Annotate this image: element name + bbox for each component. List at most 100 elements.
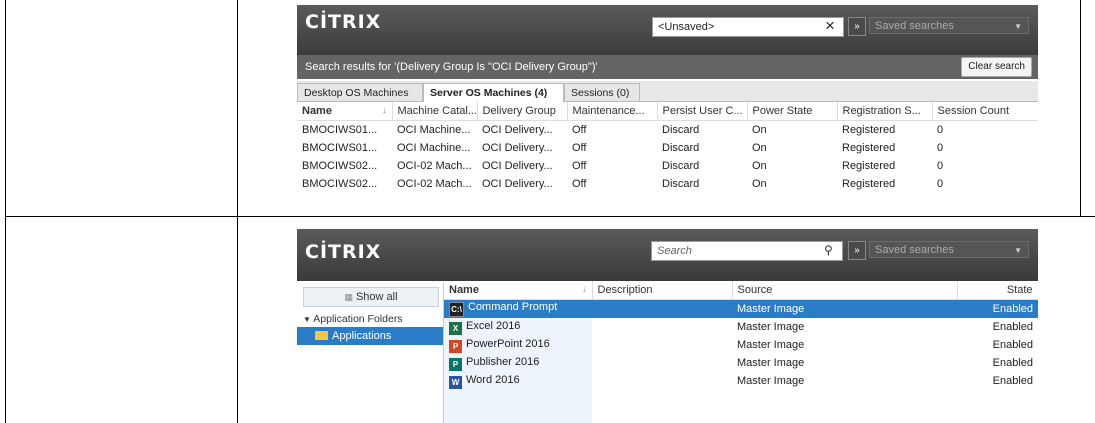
table-row[interactable]: P Publisher 2016 Master Image Enabled: [444, 354, 1038, 372]
table-row-divider: [5, 216, 1095, 217]
table-cell: Registered: [842, 178, 896, 190]
show-all-button[interactable]: ▦ Show all: [303, 287, 439, 307]
command-prompt-icon: C:\: [449, 302, 464, 317]
search-icon[interactable]: ⚲: [824, 243, 833, 257]
search-placeholder: Search: [657, 245, 692, 257]
clear-search-button[interactable]: Clear search: [961, 57, 1032, 77]
machine-tabs: Desktop OS Machines (0) Server OS Machin…: [297, 81, 1038, 117]
table-border-right: [1080, 0, 1081, 216]
column-header[interactable]: Name ↓: [444, 281, 593, 300]
table-cell: On: [752, 142, 767, 154]
search-value: <Unsaved>: [658, 21, 715, 33]
table-row[interactable]: P PowerPoint 2016 Master Image Enabled: [444, 336, 1038, 354]
table-cell: Master Image: [732, 299, 957, 318]
tab-server-os[interactable]: Server OS Machines (4): [423, 83, 564, 102]
table-border-mid: [237, 0, 238, 423]
powerpoint-icon: P: [449, 339, 462, 353]
tab-desktop-os[interactable]: Desktop OS Machines (0): [297, 83, 423, 117]
close-icon[interactable]: ×: [825, 16, 835, 36]
table-cell: Off: [572, 178, 587, 190]
table-cell: Registered: [842, 160, 896, 172]
table-cell: Off: [572, 160, 587, 172]
table-row[interactable]: C:\ Command Prompt Master Image Enabled: [444, 299, 1038, 318]
table-cell: Enabled: [992, 357, 1033, 369]
table-cell: 0: [937, 160, 944, 172]
column-header[interactable]: Machine Catal...: [392, 102, 478, 121]
table-cell: BMOCIWS02...: [302, 160, 378, 172]
column-header[interactable]: Persist User C...: [657, 102, 748, 121]
column-header[interactable]: Description: [592, 281, 733, 300]
tree-root-application-folders[interactable]: ▼ Application Folders: [303, 313, 403, 325]
table-cell: [592, 299, 732, 318]
saved-searches-label: Saved searches: [875, 244, 954, 256]
table-cell: X Excel 2016: [444, 318, 592, 336]
tree-root-label: Application Folders: [313, 313, 403, 325]
tab-sessions[interactable]: Sessions (0): [564, 83, 640, 101]
column-header[interactable]: Source: [732, 281, 958, 300]
table-cell: Discard: [662, 160, 700, 172]
citrix-logo: CİTRIX: [305, 11, 382, 33]
table-cell: OCI Delivery...: [482, 124, 553, 136]
table-cell: 0: [937, 178, 944, 190]
table-cell: Off: [572, 124, 587, 136]
dropdown-arrow-icon: ▼: [1014, 22, 1022, 31]
table-cell: [592, 318, 732, 336]
table-cell: OCI Machine...: [397, 124, 471, 136]
table-cell: Registered: [842, 142, 896, 154]
table-cell: On: [752, 124, 767, 136]
table-cell: Master Image: [737, 321, 805, 333]
table-header-row: Name ↓ Description Source State: [444, 281, 1038, 300]
table-row[interactable]: W Word 2016 Master Image Enabled: [444, 372, 1038, 390]
sidebar: ▦ Show all ▼ Application Folders Applicat…: [297, 283, 444, 423]
folder-icon: [315, 331, 328, 340]
table-border-left: [5, 0, 6, 423]
header-bar: CİTRIX <Unsaved> × » Saved searches ▼: [297, 5, 1038, 59]
table-cell: C:\ Command Prompt: [444, 299, 592, 318]
column-header[interactable]: Registration S...: [837, 102, 933, 121]
column-header[interactable]: Name ↓: [297, 102, 393, 121]
table-cell: [592, 336, 732, 354]
search-input[interactable]: <Unsaved> ×: [652, 16, 844, 37]
table-cell: OCI Delivery...: [482, 178, 553, 190]
saved-searches-label: Saved searches: [875, 20, 954, 32]
table-row[interactable]: X Excel 2016 Master Image Enabled: [444, 318, 1038, 336]
saved-searches-dropdown[interactable]: Saved searches ▼: [869, 17, 1029, 34]
column-header[interactable]: Power State: [747, 102, 838, 121]
applications-panel: CİTRIX Search ⚲ » Saved searches ▼ ▦ Show…: [297, 229, 1038, 423]
column-header[interactable]: Session Count: [932, 102, 1038, 121]
table-cell: Enabled: [992, 339, 1033, 351]
machines-panel: CİTRIX <Unsaved> × » Saved searches ▼ Se…: [297, 5, 1038, 214]
grid-icon: ▦: [344, 292, 353, 302]
table-cell: 0: [937, 124, 944, 136]
table-cell: Discard: [662, 124, 700, 136]
expand-triangle-icon: ▼: [303, 315, 311, 324]
search-results-text: Search results for '(Delivery Group Is "…: [305, 61, 598, 73]
table-row[interactable]: BMOCIWS02... OCI-02 Mach... OCI Delivery..…: [297, 175, 1038, 193]
table-row[interactable]: BMOCIWS02... OCI-02 Mach... OCI Delivery..…: [297, 157, 1038, 175]
table-cell: Discard: [662, 142, 700, 154]
table-cell: [592, 354, 732, 372]
machines-table: Name ↓ Machine Catal... Delivery Group Ma…: [297, 102, 1038, 193]
table-cell: Enabled: [992, 321, 1033, 333]
citrix-logo: CİTRIX: [305, 241, 382, 263]
search-input[interactable]: Search ⚲: [651, 241, 843, 261]
table-cell: Discard: [662, 178, 700, 190]
column-header[interactable]: Delivery Group: [477, 102, 568, 121]
table-cell: Off: [572, 142, 587, 154]
table-row[interactable]: BMOCIWS01... OCI Machine... OCI Delivery..…: [297, 121, 1038, 140]
word-icon: W: [449, 375, 462, 389]
tree-item-applications[interactable]: Applications: [297, 327, 443, 345]
table-cell: BMOCIWS01...: [302, 142, 378, 154]
sort-arrow-icon: ↓: [582, 284, 587, 294]
table-cell: BMOCIWS02...: [302, 178, 378, 190]
table-cell: On: [752, 178, 767, 190]
table-cell: OCI Delivery...: [482, 160, 553, 172]
column-header[interactable]: Maintenance...: [567, 102, 658, 121]
chevron-down-icon[interactable]: »: [848, 17, 866, 36]
table-cell: BMOCIWS01...: [302, 124, 378, 136]
column-header[interactable]: State: [957, 281, 1038, 300]
table-cell: OCI-02 Mach...: [397, 178, 472, 190]
table-row[interactable]: BMOCIWS01... OCI Machine... OCI Delivery..…: [297, 139, 1038, 157]
saved-searches-dropdown[interactable]: Saved searches ▼: [869, 241, 1029, 258]
chevron-down-icon[interactable]: »: [848, 241, 866, 260]
